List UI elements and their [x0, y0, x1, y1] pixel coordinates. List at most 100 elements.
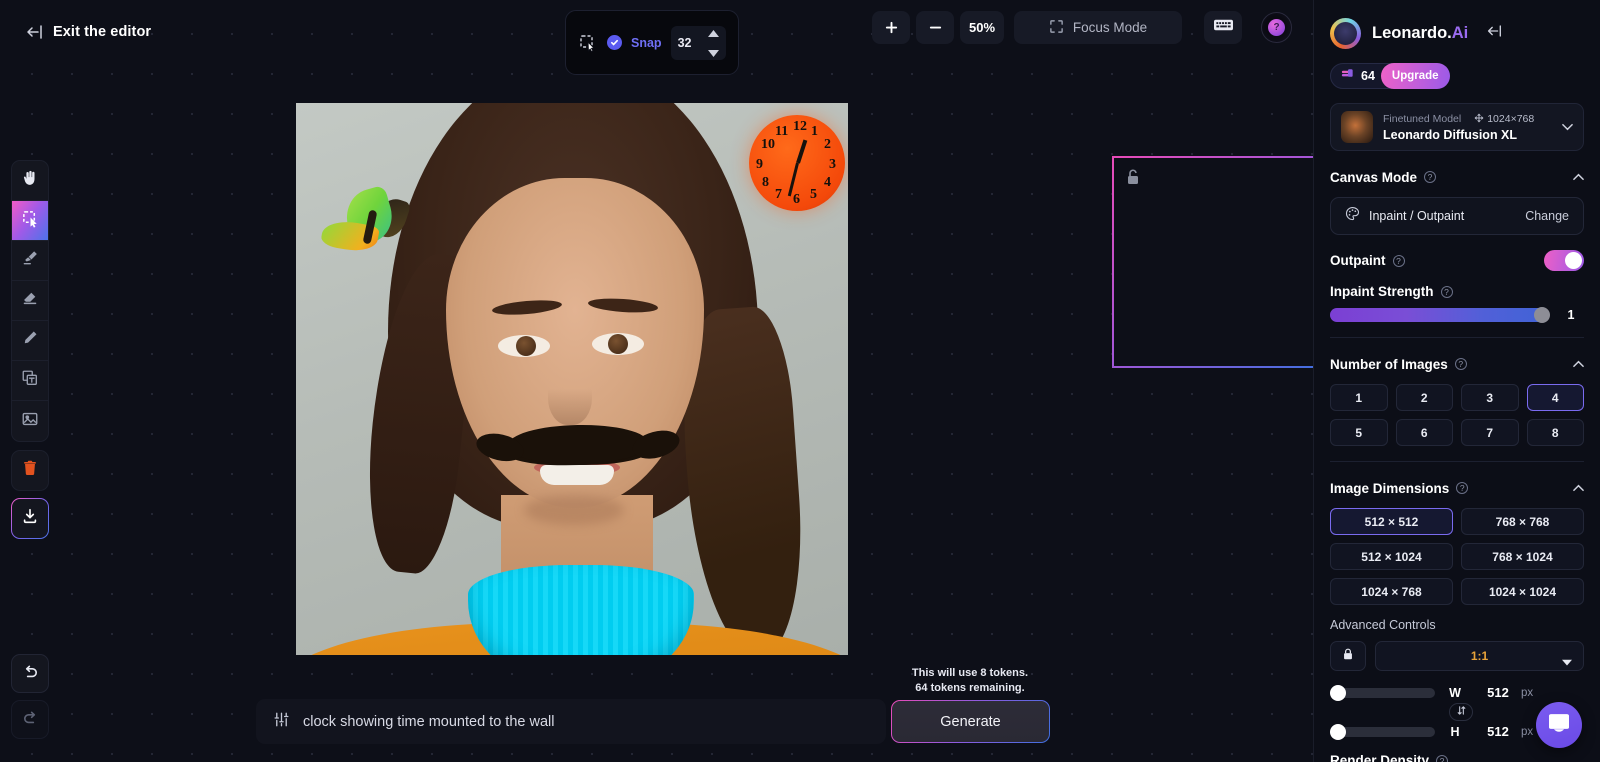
prompt-input-bar[interactable]: clock showing time mounted to the wall: [256, 699, 886, 744]
redo-button[interactable]: [11, 700, 49, 739]
keyboard-shortcuts-button[interactable]: [1204, 11, 1242, 44]
render-density-header[interactable]: Render Density ?: [1330, 753, 1584, 762]
generate-button[interactable]: Generate: [891, 700, 1050, 743]
canvas-artwork[interactable]: 12 1 2 3 4 5 6 7 8 9 10 11: [296, 103, 848, 655]
inpaint-strength-value: 1: [1567, 308, 1575, 322]
support-chat-button[interactable]: [1536, 702, 1582, 748]
dimension-option-1024x768[interactable]: 1024 × 768: [1330, 578, 1453, 605]
aspect-ratio-lock-button[interactable]: [1330, 641, 1366, 671]
canvas-workspace[interactable]: Exit the editor 12 1 2 3 4 5 6 7 8 9 10 …: [0, 0, 1322, 762]
canvas-mode-section-header[interactable]: Canvas Mode ?: [1330, 168, 1584, 186]
model-selector[interactable]: Finetuned Model 1024×768 Leonardo Diffus…: [1330, 103, 1584, 151]
zoom-level-display[interactable]: 50%: [960, 11, 1004, 44]
marquee-select-icon: [578, 33, 598, 53]
outpaint-toggle[interactable]: [1544, 250, 1584, 271]
width-value[interactable]: 512: [1475, 685, 1521, 700]
hand-icon: [21, 169, 39, 192]
image-dimensions-section-header[interactable]: Image Dimensions ?: [1330, 479, 1584, 497]
dimension-option-1024x1024[interactable]: 1024 × 1024: [1461, 578, 1584, 605]
image-count-option-1[interactable]: 1: [1330, 384, 1388, 411]
number-of-images-section-header[interactable]: Number of Images ?: [1330, 355, 1584, 373]
image-count-option-4[interactable]: 4: [1526, 384, 1584, 411]
clock-number: 7: [775, 187, 782, 202]
leonardo-canvas-editor: Exit the editor 12 1 2 3 4 5 6 7 8 9 10 …: [0, 0, 1600, 762]
image-count-option-8[interactable]: 8: [1526, 419, 1584, 446]
chevron-up-icon[interactable]: [1573, 479, 1584, 497]
chevron-up-icon[interactable]: [1573, 355, 1584, 373]
zoom-out-button[interactable]: [916, 11, 954, 44]
undo-button[interactable]: [11, 654, 49, 693]
clock-number: 10: [761, 137, 775, 152]
question-mark-icon[interactable]: ?: [1456, 482, 1469, 494]
trash-icon: [21, 459, 39, 482]
clock-number: 3: [829, 157, 836, 172]
width-slider[interactable]: [1330, 684, 1435, 701]
chevron-down-icon[interactable]: [1562, 118, 1573, 136]
zoom-in-button[interactable]: [872, 11, 910, 44]
outpaint-selection-frame[interactable]: [1112, 156, 1324, 368]
question-mark-icon[interactable]: ?: [1454, 358, 1467, 370]
snap-value-input[interactable]: 32: [670, 24, 726, 62]
download-button[interactable]: [11, 498, 49, 539]
stepper-arrows-icon[interactable]: [708, 24, 719, 62]
crop-frame-icon: [1049, 19, 1064, 37]
clock-number: 5: [810, 187, 817, 202]
sliders-icon[interactable]: [273, 711, 290, 733]
image-dimensions-grid: 512 × 512 768 × 768 512 × 1024 768 × 102…: [1330, 508, 1584, 605]
prompt-input[interactable]: clock showing time mounted to the wall: [303, 714, 554, 730]
clock-number: 1: [811, 124, 818, 139]
swap-arrows-icon: [1456, 703, 1467, 721]
model-kind-label: Finetuned Model: [1383, 113, 1462, 125]
chevron-up-icon[interactable]: [1573, 168, 1584, 186]
credits-badge[interactable]: 64 Upgrade: [1330, 63, 1450, 89]
brand-header: Leonardo.Ai: [1330, 0, 1584, 49]
canvas-mode-selector[interactable]: Inpaint / Outpaint Change: [1330, 197, 1584, 235]
pencil-tool[interactable]: [12, 321, 48, 361]
snap-popover[interactable]: Snap 32: [565, 10, 739, 75]
marquee-select-icon: [21, 209, 40, 233]
user-avatar-button[interactable]: ?: [1261, 12, 1292, 43]
dimension-option-768x768[interactable]: 768 × 768: [1461, 508, 1584, 535]
brand-name: Leonardo.Ai: [1372, 24, 1469, 42]
image-tool[interactable]: [12, 401, 48, 441]
image-count-option-7[interactable]: 7: [1461, 419, 1519, 446]
image-count-option-2[interactable]: 2: [1395, 384, 1453, 411]
text-layers-icon: [21, 369, 39, 392]
artwork-nose: [548, 365, 592, 425]
select-tool[interactable]: [12, 201, 48, 241]
snap-checkbox[interactable]: [607, 35, 622, 50]
delete-button[interactable]: [11, 450, 49, 491]
text-layer-tool[interactable]: [12, 361, 48, 401]
image-count-option-3[interactable]: 3: [1461, 384, 1519, 411]
aspect-ratio-row: 1:1: [1330, 641, 1584, 671]
unlock-icon[interactable]: [1124, 168, 1142, 191]
number-of-images-grid: 1 2 3 4 5 6 7 8: [1330, 384, 1584, 446]
hand-tool[interactable]: [12, 161, 48, 201]
snap-label: Snap: [631, 35, 662, 50]
question-mark-icon[interactable]: ?: [1440, 285, 1453, 298]
leonardo-logo-icon: [1330, 18, 1361, 49]
dimension-option-512x1024[interactable]: 512 × 1024: [1330, 543, 1453, 570]
inpaint-strength-slider[interactable]: [1330, 307, 1550, 323]
dimension-option-768x1024[interactable]: 768 × 1024: [1461, 543, 1584, 570]
inpaint-strength-label: Inpaint Strength: [1330, 284, 1434, 299]
question-mark-icon[interactable]: ?: [1436, 754, 1449, 762]
swap-dimensions-button[interactable]: [1449, 703, 1473, 721]
focus-mode-button[interactable]: Focus Mode: [1014, 11, 1182, 44]
brush-tool[interactable]: [12, 241, 48, 281]
upgrade-button[interactable]: Upgrade: [1380, 63, 1450, 89]
sidebar-collapse-button[interactable]: [1485, 23, 1503, 44]
image-count-option-6[interactable]: 6: [1395, 419, 1453, 446]
image-count-option-5[interactable]: 5: [1330, 419, 1388, 446]
eraser-tool[interactable]: [12, 281, 48, 321]
dimension-option-512x512[interactable]: 512 × 512: [1330, 508, 1453, 535]
question-mark-icon[interactable]: ?: [1392, 254, 1405, 267]
aspect-ratio-select[interactable]: 1:1: [1375, 641, 1584, 671]
inpaint-strength-header: Inpaint Strength ?: [1330, 284, 1584, 299]
change-mode-button[interactable]: Change: [1525, 209, 1569, 223]
question-mark-icon[interactable]: ?: [1424, 171, 1437, 183]
height-value[interactable]: 512: [1475, 724, 1521, 739]
exit-editor-button[interactable]: Exit the editor: [18, 18, 157, 46]
height-slider[interactable]: [1330, 723, 1435, 740]
aspect-ratio-value: 1:1: [1470, 649, 1489, 663]
